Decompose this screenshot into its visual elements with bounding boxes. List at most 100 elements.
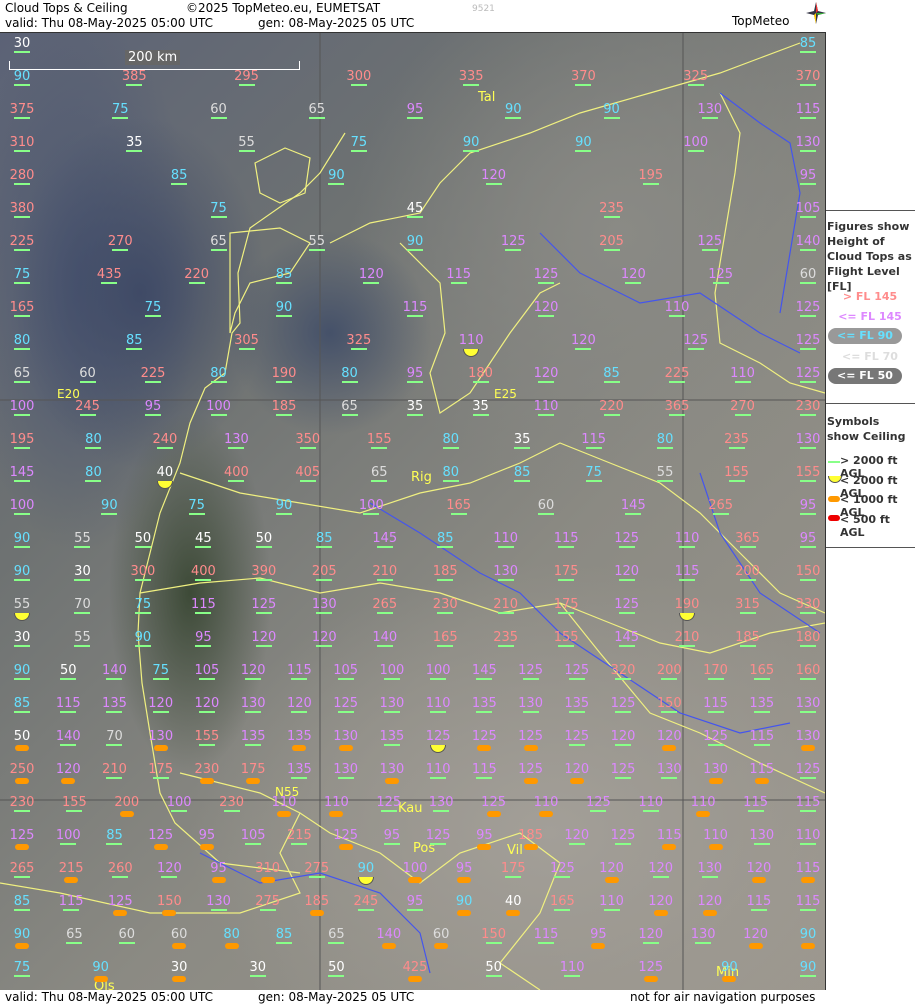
- cloud-top-value: 130: [206, 894, 231, 909]
- cloud-top-label: 185: [425, 565, 465, 581]
- ceiling-ok-marker: [14, 711, 30, 713]
- cloud-top-value: 130: [148, 729, 174, 744]
- cloud-top-value: 230: [219, 795, 244, 810]
- cloud-top-value: 110: [703, 828, 728, 843]
- cloud-top-label: 230: [425, 598, 465, 614]
- cloud-top-value: 210: [493, 597, 519, 612]
- ceiling-ok-marker: [350, 84, 367, 86]
- cloud-top-value: 75: [13, 267, 31, 282]
- cloud-top-value: 120: [743, 927, 768, 942]
- cloud-top-value: 120: [240, 663, 266, 678]
- ceiling-ok-marker: [198, 744, 215, 746]
- cloud-top-label: 75: [123, 598, 163, 614]
- ceiling-ok-marker: [308, 876, 325, 878]
- cloud-top-label: 125: [493, 235, 533, 251]
- ceiling-ok-marker: [14, 348, 30, 350]
- cloud-top-label: 85: [425, 532, 465, 548]
- ceiling-ok-marker: [800, 810, 816, 812]
- cloud-top-label: 65: [199, 235, 239, 251]
- ceiling-ok-marker: [558, 612, 575, 614]
- cloud-top-value: 210: [674, 630, 700, 645]
- cloud-top-value: 100: [206, 399, 231, 414]
- ceiling-ok-marker: [554, 876, 571, 878]
- topmeteo-logo[interactable]: TopMeteo: [732, 14, 789, 28]
- cloud-top-value: 125: [500, 234, 526, 249]
- cloud-top-label: 50: [2, 730, 42, 751]
- cloud-top-label: 120: [592, 862, 632, 883]
- cloud-top-value: 270: [730, 399, 755, 414]
- cloud-top-value: 140: [372, 630, 398, 645]
- city-riga[interactable]: Rig: [411, 470, 432, 485]
- cloud-top-label: 120: [563, 334, 603, 350]
- cloud-top-label: 70: [62, 598, 102, 614]
- cloud-top-value: 75: [13, 960, 31, 975]
- cloud-top-label: 125: [607, 598, 647, 614]
- cloud-top-label: 115: [736, 796, 776, 812]
- cloud-top-value: 310: [9, 135, 35, 150]
- cloud-top-value: 325: [346, 333, 372, 348]
- cloud-top-value: 300: [346, 69, 372, 84]
- ceiling-ok-marker: [739, 546, 756, 548]
- ceiling-ok-marker: [328, 975, 345, 977]
- ceiling-ok-marker: [134, 579, 151, 581]
- ceiling-ok-marker: [210, 381, 227, 383]
- ceiling-ok-marker: [800, 546, 816, 548]
- ceiling-ok-marker: [642, 183, 659, 185]
- cloud-top-label: 130: [372, 697, 412, 713]
- cloud-top-value: 100: [166, 795, 192, 810]
- ceiling-ok-marker: [497, 579, 514, 581]
- ceiling-ok-marker: [800, 909, 816, 911]
- cloud-top-label: 145: [613, 499, 653, 515]
- cloud-top-label: 80: [2, 334, 42, 350]
- cloud-top-label: 45: [183, 532, 223, 548]
- ceiling-ok-marker: [106, 711, 123, 713]
- cloud-top-label: 75: [141, 664, 181, 680]
- cloud-top-label: 205: [304, 565, 344, 581]
- cloud-top-label: 120: [304, 631, 344, 647]
- cloud-top-label: 100: [2, 400, 42, 416]
- cloud-top-value: 125: [795, 366, 821, 381]
- cloud-top-value: 125: [795, 300, 821, 315]
- cloud-top-value: 190: [271, 366, 297, 381]
- cloud-top-value: 265: [708, 498, 734, 513]
- ceiling-ok-marker: [505, 249, 522, 251]
- cloud-top-label: 75: [133, 301, 173, 317]
- cloud-top-value: 100: [9, 498, 35, 513]
- cloud-top-value: 125: [333, 696, 359, 711]
- ceiling-ok-marker: [800, 843, 816, 845]
- cloud-top-label: 390: [244, 565, 284, 581]
- cloud-top-value: 130: [690, 927, 716, 942]
- ceiling-ok-marker: [753, 744, 770, 746]
- cloud-top-label: 150: [149, 895, 189, 916]
- ceiling-ok-marker: [450, 513, 467, 515]
- ceiling-ok-marker: [14, 645, 30, 647]
- ceiling-ok-marker: [615, 711, 632, 713]
- cloud-top-label: 150: [474, 928, 514, 944]
- satellite-map[interactable]: 200 km E20 E25 N55 Tal Rig Kau Pos Vil O…: [0, 33, 826, 990]
- cloud-top-label: 55: [2, 598, 42, 621]
- cloud-top-value: 75: [585, 465, 602, 480]
- cloud-top-label: 40: [145, 466, 185, 489]
- ceiling-1000-marker: [260, 877, 275, 883]
- ceiling-ok-marker: [101, 513, 118, 515]
- cloud-top-label: 120: [603, 730, 643, 746]
- ceiling-ok-marker: [585, 480, 602, 482]
- cloud-top-label: 85: [2, 895, 42, 911]
- ceiling-1000-marker: [569, 778, 584, 784]
- ceiling-1000-marker: [199, 844, 214, 850]
- ceiling-ok-marker: [14, 810, 30, 812]
- cloud-top-value: 120: [148, 696, 174, 711]
- cloud-top-label: 120: [233, 664, 273, 680]
- cloud-top-value: 80: [341, 366, 358, 381]
- cloud-top-value: 120: [358, 267, 384, 282]
- ceiling-ok-marker: [590, 810, 607, 812]
- footer-bar: valid: Thu 08-May-2025 05:00 UTC gen: 08…: [0, 990, 916, 1005]
- ceiling-ok-marker: [60, 744, 77, 746]
- cloud-top-label: 175: [493, 862, 533, 878]
- cloud-top-value: 80: [223, 927, 240, 942]
- cloud-top-label: 115: [788, 895, 825, 911]
- ceiling-ok-marker: [437, 645, 454, 647]
- ceiling-ok-marker: [476, 711, 493, 713]
- ceiling-ok-marker: [210, 909, 227, 911]
- cloud-top-label: 130: [233, 697, 273, 713]
